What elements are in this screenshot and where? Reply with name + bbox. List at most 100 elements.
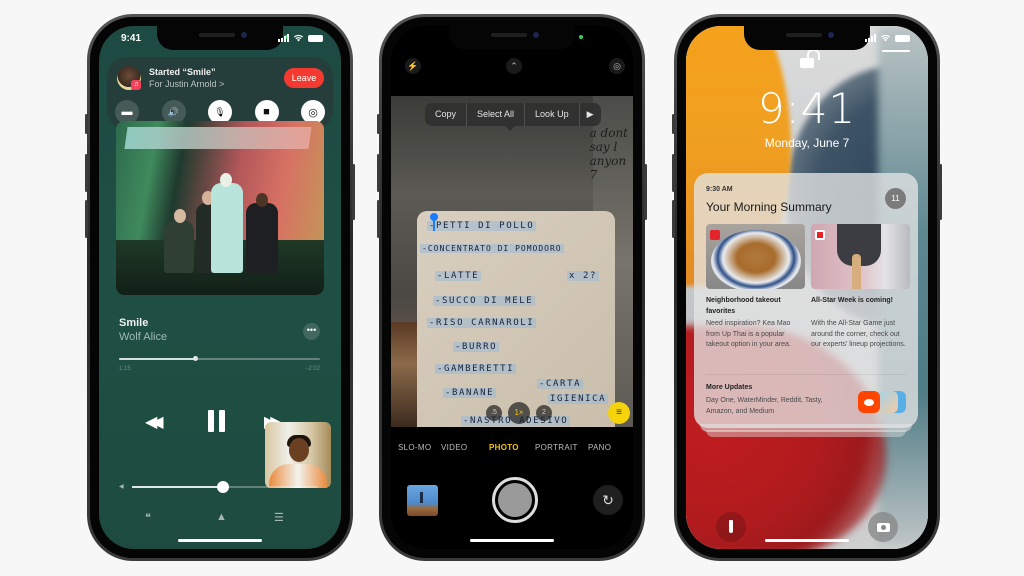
camera-options-button[interactable]: ⌃ [506,58,522,74]
volume-down-button [85,200,88,238]
story-headline: Neighborhood takeout favorites [706,297,781,315]
control-center-indicator[interactable] [882,50,910,52]
camera-icon [877,523,890,532]
live-photo-button[interactable]: ◎ [609,58,625,74]
note-line[interactable]: -CONCENTRATO DI POMODORO [420,244,564,253]
food-app-icon [710,230,720,240]
live-photo-icon: ◎ [613,61,621,71]
rewind-button[interactable]: ◀◀ [145,412,163,432]
note-line[interactable]: -PETTI DI POLLO [427,221,537,231]
mode-video[interactable]: VIDEO [441,443,467,452]
handwritten-note: -PETTI DI POLLO -CONCENTRATO DI POMODORO… [417,211,615,427]
note-line[interactable]: -RISO CARNAROLI [427,318,537,328]
camera-quick-button[interactable] [868,512,898,542]
phone-lockscreen: 9:41 Monday, June 7 9:30 AM Your Morning… [672,14,942,561]
rewind-icon: ◀◀ [145,414,163,431]
note-line[interactable]: -LATTE [435,271,482,281]
side-button [352,164,355,220]
shutter-button[interactable] [492,477,538,523]
last-photo-thumbnail[interactable] [407,485,438,516]
selection-start-handle[interactable] [430,213,438,221]
camera-screen: ⚡ ⌃ ◎ a dont say l anyon 7 -PETTI DI POL… [391,26,633,549]
home-indicator[interactable] [178,539,262,542]
status-bar [686,32,928,48]
facetime-pip-video[interactable] [265,422,331,488]
camera-in-use-indicator [579,35,583,39]
note-line[interactable]: -BURRO [453,342,500,352]
text-edit-menu: Copy Select All Look Up ▶ [425,103,601,131]
story-body: Need inspiration? Kea Mao from Up Thai i… [706,320,791,348]
copy-menu-item[interactable]: Copy [425,103,468,126]
story-headline: All-Star Week is coming! [811,297,893,304]
notification-summary-card[interactable]: 9:30 AM Your Morning Summary 11 Neighbor… [694,173,918,428]
note-line[interactable]: IGIENICA [548,394,609,404]
battery-icon [895,34,910,42]
note-line[interactable]: -GAMBERETTI [435,364,517,374]
volume-slider[interactable] [132,481,318,493]
queue-icon: ☰ [274,512,284,524]
mode-slo-mo[interactable]: SLO-MO [398,443,431,452]
look-up-menu-item[interactable]: Look Up [525,103,580,126]
more-menu-arrow-icon[interactable]: ▶ [580,103,601,126]
lyrics-icon: ❝ [145,512,151,524]
zoom-0.5x-button[interactable]: .5 [486,405,502,421]
ellipsis-icon: ••• [306,325,317,335]
note-line[interactable]: -SUCCO DI MELE [433,296,536,306]
zoom-1x-button[interactable]: 1× [508,402,530,424]
mode-pano[interactable]: PANO [588,443,611,452]
video-camera-icon: ■ [263,106,270,118]
song-title: Smile [119,317,149,329]
flashlight-icon [729,520,733,533]
camera-viewfinder[interactable]: a dont say l anyon 7 -PETTI DI POLLO -CO… [391,96,633,427]
playback-scrubber-handle[interactable] [193,356,199,361]
background-handwriting: a dont say l anyon 7 [589,126,628,182]
airplay-icon: ▲ [216,511,227,523]
home-indicator[interactable] [765,539,849,542]
camera-mode-picker: SLO-MO VIDEO PHOTO PORTRAIT PANO [391,443,633,455]
airplay-button[interactable]: ▲ [216,511,227,523]
camera-top-bar: ⚡ ⌃ ◎ [391,58,633,82]
lock-screen-time: 9:41 [757,84,857,133]
flash-button[interactable]: ⚡ [405,58,421,74]
phone-camera: ⚡ ⌃ ◎ a dont say l anyon 7 -PETTI DI POL… [377,14,647,561]
leave-button[interactable]: Leave [284,68,324,88]
artist-name-link[interactable]: Wolf Alice [119,331,167,343]
status-time: 9:41 [121,33,142,44]
wifi-icon [880,34,891,42]
cellular-signal-icon [865,34,876,42]
note-line[interactable]: -BANANE [443,388,497,398]
phone-shareplay: 9:41 ♫ Started “Smile” For Justin Arnold… [85,14,355,561]
live-text-button[interactable]: ≡ [608,402,630,424]
album-artwork [116,121,324,295]
flip-camera-icon: ↻ [602,492,614,508]
artwork-person [211,183,243,273]
lock-screen-date: Monday, June 7 [764,136,850,150]
remaining-time: −2:02 [304,366,320,372]
flip-camera-button[interactable]: ↻ [593,485,623,515]
playback-scrubber[interactable] [119,356,320,361]
mode-portrait[interactable]: PORTRAIT [535,443,578,452]
home-indicator[interactable] [470,539,554,542]
volume-slider-handle[interactable] [217,481,230,493]
queue-button[interactable]: ☰ [274,511,284,524]
sports-app-icon [815,230,825,240]
more-updates-list: Day One, WaterMinder, Reddit, Tasty, Ama… [706,397,823,415]
flash-icon: ⚡ [407,61,419,71]
more-options-button[interactable]: ••• [303,323,320,340]
flashlight-button[interactable] [716,512,746,542]
shareplay-subtitle-link[interactable]: For Justin Arnold > [149,79,224,89]
pause-button[interactable] [208,410,225,432]
volume-low-icon: ◀ [119,484,124,490]
artwork-person [164,221,194,273]
mode-photo[interactable]: PHOTO [489,443,519,452]
lyrics-button[interactable]: ❝ [145,511,151,524]
stage: 9:41 ♫ Started “Smile” For Justin Arnold… [0,0,1024,576]
note-line[interactable]: x 2? [567,271,600,281]
chevron-up-icon: ⌃ [510,61,518,71]
shareplay-icon: ◎ [308,106,318,119]
select-all-menu-item[interactable]: Select All [467,103,526,126]
note-line[interactable]: -CARTA [537,379,584,389]
artwork-bus-shelter [124,127,312,149]
shareplay-screen: 9:41 ♫ Started “Smile” For Justin Arnold… [99,26,341,549]
zoom-2x-button[interactable]: 2 [536,405,552,421]
